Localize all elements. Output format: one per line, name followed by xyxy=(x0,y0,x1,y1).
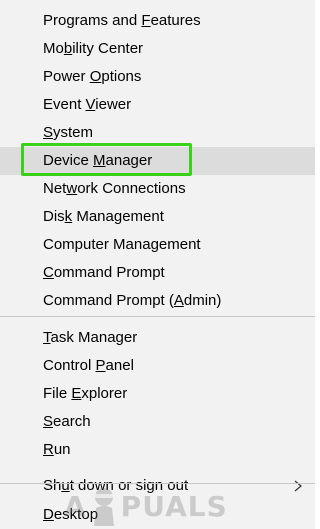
access-key: D xyxy=(43,506,54,523)
menu-item-network-connections[interactable]: Network Connections xyxy=(0,175,315,203)
menu-item-command-prompt[interactable]: Command Prompt xyxy=(0,259,315,287)
menu-item-command-prompt-admin[interactable]: Command Prompt (Admin) xyxy=(0,287,315,315)
menu-item-label: Search xyxy=(43,413,91,430)
menu-divider xyxy=(0,483,315,484)
access-key: S xyxy=(43,124,54,141)
menu-item-shut-down-or-sign-out[interactable]: Shut down or sign out xyxy=(0,472,315,500)
menu-item-desktop[interactable]: Desktop xyxy=(0,501,315,529)
menu-item-event-viewer[interactable]: Event Viewer xyxy=(0,91,315,119)
access-key: R xyxy=(43,441,54,458)
menu-item-label: Run xyxy=(43,441,71,458)
menu-item-label: Power Options xyxy=(43,68,142,85)
access-key: g xyxy=(150,236,159,253)
menu-item-device-manager[interactable]: Device Manager xyxy=(0,147,315,175)
access-key: T xyxy=(43,329,51,346)
access-key: b xyxy=(63,40,73,57)
menu-item-task-manager[interactable]: Task Manager xyxy=(0,324,315,352)
menu-item-label: Command Prompt xyxy=(43,264,165,281)
menu-item-label: Mobility Center xyxy=(43,40,144,57)
menu-item-label: Disk Management xyxy=(43,208,164,225)
menu-item-run[interactable]: Run xyxy=(0,436,315,464)
menu-item-label: Device Manager xyxy=(43,152,153,169)
access-key: P xyxy=(95,357,106,374)
access-key: C xyxy=(43,264,54,281)
menu-item-label: System xyxy=(43,124,94,141)
menu-item-programs-and-features[interactable]: Programs and Features xyxy=(0,7,315,35)
access-key: S xyxy=(43,413,54,430)
menu-item-label: Control Panel xyxy=(43,357,134,374)
menu-item-file-explorer[interactable]: File Explorer xyxy=(0,380,315,408)
access-key: u xyxy=(61,477,70,494)
menu-item-control-panel[interactable]: Control Panel xyxy=(0,352,315,380)
access-key: M xyxy=(93,152,106,169)
menu-item-mobility-center[interactable]: Mobility Center xyxy=(0,35,315,63)
access-key: O xyxy=(89,68,102,85)
menu-divider xyxy=(0,316,315,317)
access-key: E xyxy=(71,385,82,402)
chevron-right-icon xyxy=(294,480,302,492)
menu-item-computer-management[interactable]: Computer Management xyxy=(0,231,315,259)
menu-item-power-options[interactable]: Power Options xyxy=(0,63,315,91)
menu-item-search[interactable]: Search xyxy=(0,408,315,436)
access-key: A xyxy=(173,292,184,309)
access-key: V xyxy=(85,96,96,113)
menu-item-label: File Explorer xyxy=(43,385,128,402)
menu-item-label: Shut down or sign out xyxy=(43,477,189,494)
access-key: w xyxy=(66,180,78,197)
menu-item-label: Task Manager xyxy=(43,329,138,346)
access-key: F xyxy=(141,12,151,29)
menu-item-label: Network Connections xyxy=(43,180,186,197)
menu-item-disk-management[interactable]: Disk Management xyxy=(0,203,315,231)
menu-item-system[interactable]: System xyxy=(0,119,315,147)
menu-item-label: Command Prompt (Admin) xyxy=(43,292,222,309)
menu-item-label: Programs and Features xyxy=(43,12,201,29)
power-user-menu: Programs and Features Mobility Center Powe… xyxy=(0,0,315,529)
menu-item-label: Event Viewer xyxy=(43,96,132,113)
menu-item-label: Computer Management xyxy=(43,236,201,253)
menu-item-label: Desktop xyxy=(43,506,99,523)
